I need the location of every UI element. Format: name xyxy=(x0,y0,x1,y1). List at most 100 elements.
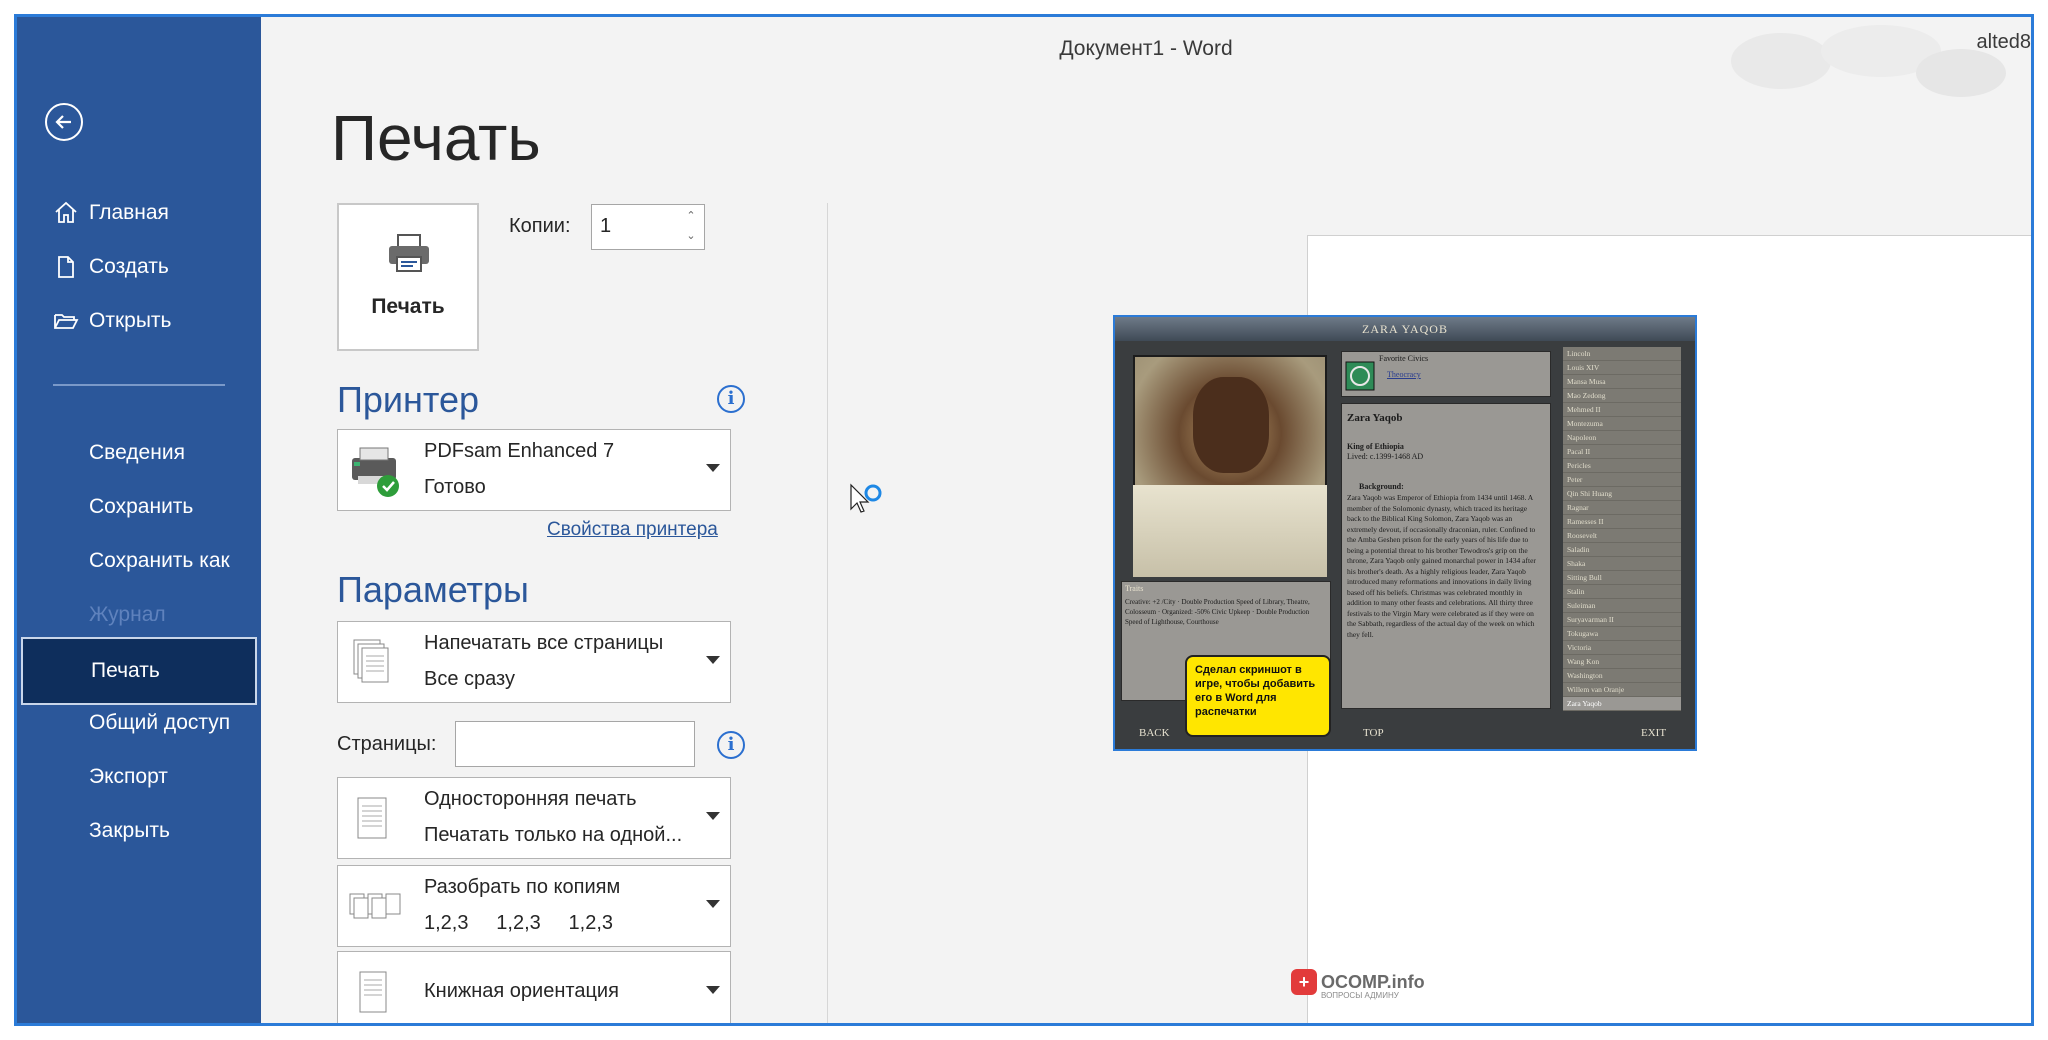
back-arrow-icon xyxy=(55,115,71,129)
info-icon[interactable]: i xyxy=(717,385,745,413)
list-item[interactable]: Mansa Musa xyxy=(1563,375,1681,389)
sidebar-item-close[interactable]: Закрыть xyxy=(17,797,261,865)
list-item[interactable]: Pacal II xyxy=(1563,445,1681,459)
printer-select[interactable]: PDFsam Enhanced 7 Готово xyxy=(337,429,731,511)
list-item[interactable]: Suryavarman II xyxy=(1563,613,1681,627)
list-item[interactable]: Shaka xyxy=(1563,557,1681,571)
user-account[interactable]: alted8 xyxy=(1977,31,2032,54)
list-item[interactable]: Qin Shi Huang xyxy=(1563,487,1681,501)
collate-icon xyxy=(349,893,401,919)
orientation-select[interactable]: Книжная ориентация xyxy=(337,951,731,1023)
leader-lived: Lived: c.1399-1468 AD xyxy=(1347,452,1424,461)
list-item[interactable]: Louis XIV xyxy=(1563,361,1681,375)
list-item[interactable]: Tokugawa xyxy=(1563,627,1681,641)
leader-list: Lincoln Louis XIV Mansa Musa Mao Zedong … xyxy=(1563,347,1681,711)
pages-stack-icon xyxy=(353,639,389,683)
back-button[interactable] xyxy=(45,103,83,141)
game-top-button[interactable]: TOP xyxy=(1363,727,1384,739)
leader-name: Zara Yaqob xyxy=(1347,412,1403,424)
watermark-text: OCOMP.info xyxy=(1321,971,1425,992)
portrait-page-icon xyxy=(359,971,387,1013)
list-item[interactable]: Mehmed II xyxy=(1563,403,1681,417)
preview-image: ZARA YAQOB Favorite Civics Theocracy Zar… xyxy=(1113,315,1697,751)
game-exit-button[interactable]: EXIT xyxy=(1641,727,1666,739)
sidebar-divider xyxy=(53,384,225,386)
sidebar-item-open[interactable]: Открыть xyxy=(17,287,261,355)
favorite-civic: Theocracy xyxy=(1387,370,1421,379)
sidebar-item-label: Сохранить как xyxy=(89,549,230,572)
print-button-label: Печать xyxy=(371,295,445,318)
settings-heading: Параметры xyxy=(337,569,529,610)
printer-properties-link[interactable]: Свойства принтера xyxy=(547,519,718,541)
dropdown-arrow-icon xyxy=(706,464,720,472)
pane-divider xyxy=(827,203,828,1023)
single-page-icon xyxy=(357,797,387,839)
duplex-label: Односторонняя печать xyxy=(424,788,637,810)
print-button[interactable]: Печать xyxy=(337,203,479,351)
list-item[interactable]: Mao Zedong xyxy=(1563,389,1681,403)
list-item[interactable]: Zara Yaqob xyxy=(1563,697,1681,711)
printer-icon xyxy=(389,234,429,272)
list-item[interactable]: Willem van Oranje xyxy=(1563,683,1681,697)
sidebar-item-label: Сохранить xyxy=(89,495,194,518)
print-range-label: Напечатать все страницы xyxy=(424,632,664,654)
watermark: + OCOMP.info ВОПРОСЫ АДМИНУ xyxy=(1291,969,1425,1000)
collate-sub: 1,2,3 1,2,3 1,2,3 xyxy=(424,912,614,934)
copies-label: Копии: xyxy=(509,215,571,237)
list-item[interactable]: Stalin xyxy=(1563,585,1681,599)
chevron-up-icon[interactable]: ⌃ xyxy=(684,209,698,223)
list-item[interactable]: Ragnar xyxy=(1563,501,1681,515)
leader-portrait-head xyxy=(1193,377,1269,473)
game-title: ZARA YAQOB xyxy=(1115,317,1695,341)
list-item[interactable]: Wang Kon xyxy=(1563,655,1681,669)
dropdown-arrow-icon xyxy=(706,656,720,664)
list-item[interactable]: Sitting Bull xyxy=(1563,571,1681,585)
backstage-sidebar: Главная Создать Открыть Сведения Сохрани… xyxy=(17,17,261,1023)
duplex-sub: Печатать только на одной... xyxy=(424,824,683,846)
print-range-sub: Все сразу xyxy=(424,668,515,690)
traits-label: Traits xyxy=(1125,584,1144,593)
copies-value: 1 xyxy=(600,215,612,237)
pages-label: Страницы: xyxy=(337,733,437,755)
sidebar-item-label: Сведения xyxy=(89,441,185,464)
document-title: Документ1 - Word xyxy=(1059,37,1233,60)
list-item[interactable]: Peter xyxy=(1563,473,1681,487)
printer-heading: Принтер xyxy=(337,379,480,420)
list-item[interactable]: Saladin xyxy=(1563,543,1681,557)
info-icon[interactable]: i xyxy=(717,731,745,759)
chevron-down-icon[interactable]: ⌄ xyxy=(684,229,698,243)
list-item[interactable]: Suleiman xyxy=(1563,599,1681,613)
background-text: Zara Yaqob was Emperor of Ethiopia from … xyxy=(1347,493,1536,639)
pages-input[interactable] xyxy=(455,721,695,767)
printer-status: Готово xyxy=(424,476,486,498)
background-label: Background: xyxy=(1359,482,1404,491)
print-range-select[interactable]: Напечатать все страницы Все сразу xyxy=(337,621,731,703)
dropdown-arrow-icon xyxy=(706,986,720,994)
list-item[interactable]: Napoleon xyxy=(1563,431,1681,445)
sidebar-item-label: Главная xyxy=(89,201,169,224)
copies-stepper[interactable]: 1 ⌃ ⌄ xyxy=(591,204,705,250)
list-item[interactable]: Pericles xyxy=(1563,459,1681,473)
sidebar-item-label: Печать xyxy=(91,659,160,682)
sidebar-item-label: Создать xyxy=(89,255,169,278)
sidebar-item-label: Экспорт xyxy=(89,765,168,788)
collate-label: Разобрать по копиям xyxy=(424,876,621,898)
list-item[interactable]: Victoria xyxy=(1563,641,1681,655)
watermark-subtext: ВОПРОСЫ АДМИНУ xyxy=(1321,991,1399,1000)
cloud-decoration-icon xyxy=(1731,25,2006,97)
game-back-button[interactable]: BACK xyxy=(1139,727,1170,739)
page-title: Печать xyxy=(331,102,541,174)
list-item[interactable]: Montezuma xyxy=(1563,417,1681,431)
duplex-select[interactable]: Односторонняя печать Печатать только на … xyxy=(337,777,731,859)
collate-select[interactable]: Разобрать по копиям 1,2,3 1,2,3 1,2,3 xyxy=(337,865,731,947)
list-item[interactable]: Lincoln xyxy=(1563,347,1681,361)
watermark-badge-icon: + xyxy=(1291,969,1317,995)
list-item[interactable]: Ramesses II xyxy=(1563,515,1681,529)
civic-emblem-icon xyxy=(1345,361,1375,391)
new-document-icon xyxy=(58,256,74,278)
dropdown-arrow-icon xyxy=(706,900,720,908)
sidebar-item-label: Общий доступ xyxy=(89,711,231,734)
list-item[interactable]: Washington xyxy=(1563,669,1681,683)
word-window: Главная Создать Открыть Сведения Сохрани… xyxy=(14,14,2034,1026)
list-item[interactable]: Roosevelt xyxy=(1563,529,1681,543)
